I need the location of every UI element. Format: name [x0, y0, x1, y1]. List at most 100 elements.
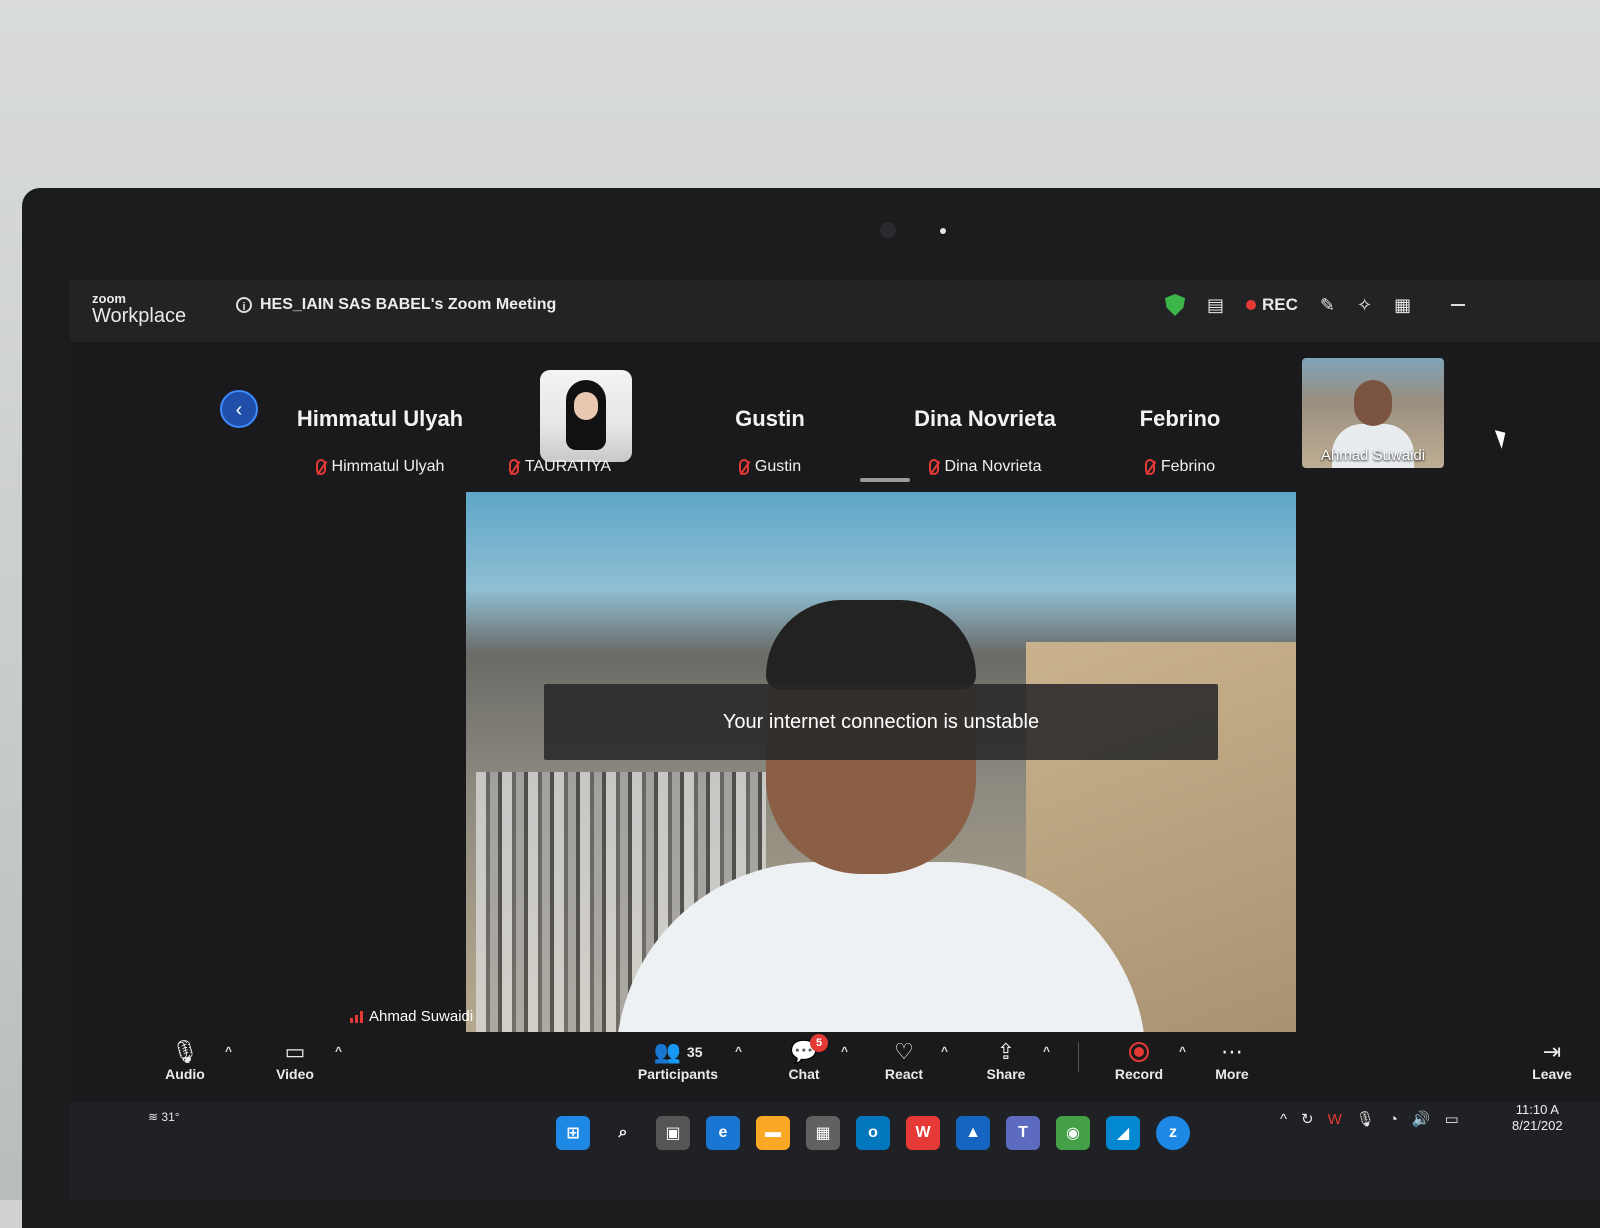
- file-explorer-icon[interactable]: ▬: [756, 1116, 790, 1150]
- self-video-thumbnail[interactable]: Ahmad Suwaidi: [1302, 358, 1444, 468]
- zoom-taskbar-icon[interactable]: z: [1156, 1116, 1190, 1150]
- leave-icon: ⇥: [1542, 1039, 1562, 1064]
- notes-icon[interactable]: ▤: [1207, 295, 1224, 316]
- video-chevron-up-icon[interactable]: ^: [335, 1044, 342, 1058]
- volume-icon[interactable]: 🔊: [1412, 1110, 1431, 1128]
- share-chevron-up-icon[interactable]: ^: [1043, 1044, 1050, 1058]
- participants-strip: ‹ Himmatul Ulyah Himmatul Ulyah TAURATIY…: [70, 342, 1600, 482]
- weather-icon: ≋: [148, 1110, 159, 1124]
- battery-icon[interactable]: ▭: [1445, 1110, 1459, 1128]
- participant-name: Gustin: [735, 406, 805, 431]
- edge-browser-icon[interactable]: e: [706, 1116, 740, 1150]
- meeting-title-text: HES_IAIN SAS BABEL's Zoom Meeting: [260, 296, 557, 313]
- participants-chevron-up-icon[interactable]: ^: [735, 1044, 742, 1058]
- laptop-screen: zoom Workplace i HES_IAIN SAS BABEL's Zo…: [70, 280, 1600, 1200]
- participant-label: Dina Novrieta: [880, 458, 1090, 476]
- strip-back-button[interactable]: ‹: [220, 390, 258, 428]
- mic-muted-icon: [1144, 459, 1155, 475]
- participant-label-text: TAURATIYA: [524, 458, 612, 475]
- react-button[interactable]: ♡ React ^: [882, 1038, 948, 1082]
- zoom-title-bar: zoom Workplace i HES_IAIN SAS BABEL's Zo…: [70, 280, 1600, 342]
- windows-start-icon[interactable]: ⊞: [556, 1116, 590, 1150]
- photos-icon[interactable]: ▲: [956, 1116, 990, 1150]
- connection-notice: Your internet connection is unstable: [544, 684, 1218, 760]
- participants-count: 35: [686, 1044, 703, 1060]
- main-video[interactable]: [466, 492, 1296, 1032]
- video-button[interactable]: ▭ Video ^: [270, 1038, 342, 1082]
- record-chevron-up-icon[interactable]: ^: [1179, 1044, 1186, 1058]
- video-person-hair: [766, 600, 976, 690]
- strip-scroll-indicator[interactable]: [860, 478, 910, 482]
- participant-label-text: Dina Novrieta: [944, 458, 1042, 475]
- chrome-icon[interactable]: ◉: [1056, 1116, 1090, 1150]
- system-clock[interactable]: 11:10 A 8/21/202: [1512, 1102, 1563, 1134]
- participant-tile[interactable]: Dina Novrieta Dina Novrieta: [880, 362, 1090, 475]
- annotate-icon[interactable]: ✎: [1320, 295, 1335, 316]
- leave-button[interactable]: ⇥ Leave: [1522, 1038, 1582, 1082]
- participant-tile[interactable]: Gustin Gustin: [680, 362, 860, 475]
- windows-taskbar: ≋ 31° ⊞ ⌕ ▣ e ▬ ▦ o W ▲ T ◉ ◢ z ^ ↻ W 🎙 …: [70, 1102, 1600, 1200]
- audio-chevron-up-icon[interactable]: ^: [225, 1044, 232, 1058]
- brand-small: zoom: [92, 291, 126, 306]
- participant-tile[interactable]: Febrino Febrino: [1090, 362, 1270, 475]
- react-chevron-up-icon[interactable]: ^: [941, 1044, 948, 1058]
- mic-muted-icon: [315, 459, 326, 475]
- sync-icon[interactable]: ↻: [1301, 1110, 1314, 1128]
- participant-label-text: Febrino: [1160, 458, 1216, 475]
- chat-label: Chat: [788, 1066, 820, 1082]
- ai-companion-icon[interactable]: ✧: [1357, 295, 1372, 316]
- chat-button[interactable]: 💬 5 Chat ^: [782, 1034, 848, 1082]
- wps-office-icon[interactable]: W: [906, 1116, 940, 1150]
- participants-icon: 👥 35: [653, 1039, 703, 1064]
- react-label: React: [884, 1066, 924, 1082]
- wifi-icon[interactable]: ◔: [1389, 1111, 1398, 1128]
- toolbar-divider: [1078, 1042, 1079, 1072]
- image-viewer-icon[interactable]: ◢: [1106, 1116, 1140, 1150]
- task-view-icon[interactable]: ▣: [656, 1116, 690, 1150]
- mic-muted-icon: [928, 459, 939, 475]
- record-label: Record: [1114, 1066, 1164, 1082]
- rec-label: REC: [1262, 295, 1298, 314]
- chevron-left-icon: ‹: [235, 399, 243, 421]
- leave-label: Leave: [1532, 1066, 1572, 1082]
- info-icon[interactable]: i: [236, 297, 252, 313]
- meeting-toolbar: 🎙 Audio ^ ▭ Video ^ 👥 35 Participants ^ 💬…: [70, 1032, 1600, 1102]
- taskbar-apps: ⊞ ⌕ ▣ e ▬ ▦ o W ▲ T ◉ ◢ z: [556, 1116, 1190, 1150]
- meeting-title[interactable]: i HES_IAIN SAS BABEL's Zoom Meeting: [236, 296, 556, 314]
- participant-name: Febrino: [1139, 406, 1221, 431]
- chevron-up-icon[interactable]: ^: [1280, 1111, 1287, 1128]
- participant-label: TAURATIYA: [480, 458, 640, 476]
- participants-label: Participants: [637, 1066, 719, 1082]
- search-icon[interactable]: ⌕: [606, 1116, 640, 1150]
- mic-muted-icon: [508, 459, 519, 475]
- audio-button[interactable]: 🎙 Audio ^: [160, 1038, 232, 1082]
- participant-tile[interactable]: TAURATIYA: [480, 362, 640, 475]
- participants-button[interactable]: 👥 35 Participants ^: [636, 1038, 742, 1082]
- record-button[interactable]: Record ^: [1114, 1038, 1186, 1082]
- participant-name: Dina Novrieta: [914, 406, 1056, 431]
- more-button[interactable]: ⋯ More: [1212, 1038, 1252, 1082]
- participant-tile[interactable]: Himmatul Ulyah Himmatul Ulyah: [270, 362, 490, 475]
- teams-icon[interactable]: T: [1006, 1116, 1040, 1150]
- webcam-lens: [880, 222, 896, 238]
- mic-tray-icon[interactable]: 🎙: [1356, 1110, 1375, 1128]
- weather-widget[interactable]: ≋ 31°: [148, 1110, 180, 1124]
- record-icon: [1114, 1038, 1164, 1066]
- microsoft-store-icon[interactable]: ▦: [806, 1116, 840, 1150]
- shield-icon[interactable]: [1165, 294, 1185, 316]
- chat-chevron-up-icon[interactable]: ^: [841, 1044, 848, 1058]
- view-grid-icon[interactable]: ▦: [1394, 295, 1411, 316]
- minimize-icon[interactable]: [1451, 304, 1466, 306]
- video-label: Video: [276, 1066, 314, 1082]
- wps-tray-icon[interactable]: W: [1328, 1111, 1342, 1128]
- participant-label-text: Gustin: [754, 458, 802, 475]
- outlook-icon[interactable]: o: [856, 1116, 890, 1150]
- clock-date: 8/21/202: [1512, 1118, 1563, 1133]
- thumb-label: Ahmad Suwaidi: [1320, 447, 1426, 464]
- webcam-indicator: [940, 228, 946, 234]
- more-icon: ⋯: [1221, 1039, 1243, 1064]
- rec-indicator[interactable]: REC: [1246, 295, 1298, 315]
- participant-label: Gustin: [680, 458, 860, 476]
- audio-label: Audio: [165, 1066, 205, 1082]
- share-button[interactable]: ⇪ Share ^: [984, 1038, 1050, 1082]
